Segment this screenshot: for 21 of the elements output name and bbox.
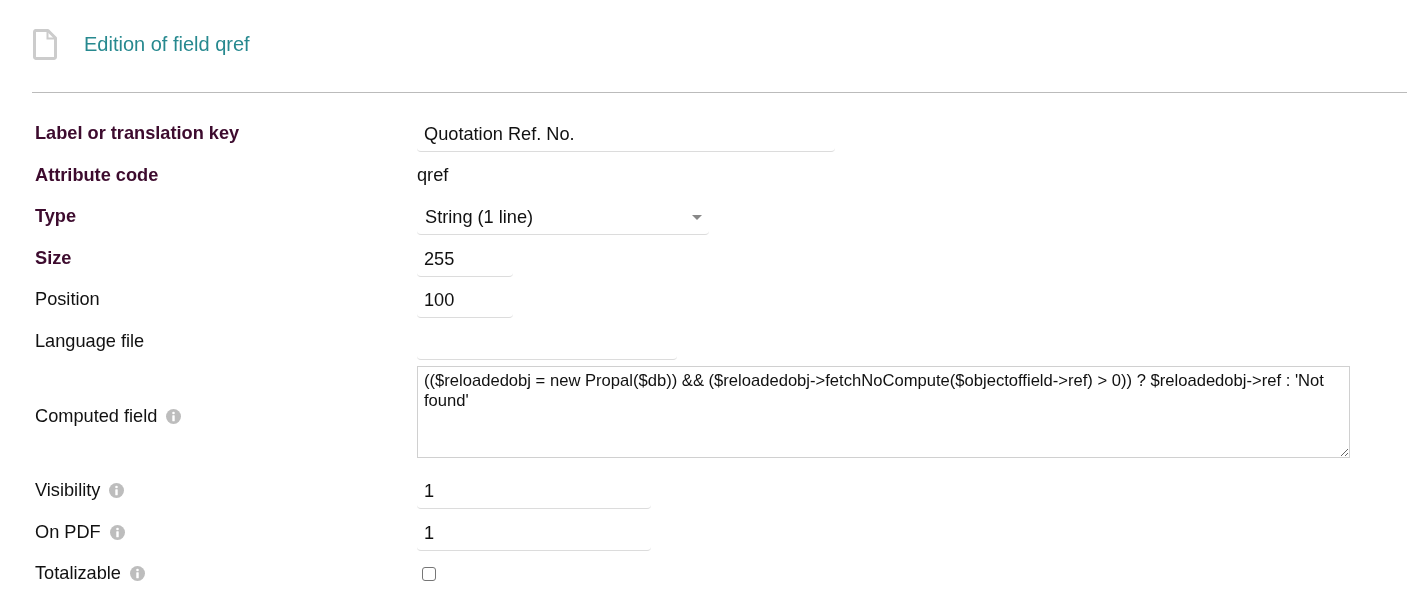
field-label: Label or translation key — [35, 123, 240, 145]
computed-field-textarea[interactable]: (($reloadedobj = new Propal($db)) && ($reloadedobj->fetchNoCompute($objectoffield->ref) > 0)) ? $reloadedobj->ref : 'Not found' — [417, 366, 1350, 458]
field-label: Size — [35, 247, 72, 269]
field-label: Totalizable — [35, 563, 121, 585]
field-label: Position — [35, 289, 100, 311]
caret-icon — [692, 214, 702, 220]
page-title: Edition of field qref — [84, 32, 250, 56]
field-label: On PDF — [35, 521, 101, 543]
field-label: Language file — [35, 330, 145, 352]
info-icon[interactable] — [109, 524, 125, 540]
field-label: Type — [35, 206, 77, 228]
info-icon[interactable] — [109, 483, 125, 499]
field-label: Visibility — [35, 480, 101, 502]
field-label: Attribute code — [35, 164, 159, 186]
attribute-code-value: qref — [417, 164, 449, 186]
document-icon — [33, 28, 57, 60]
info-icon[interactable] — [129, 566, 145, 582]
type-select[interactable]: String (1 line) — [417, 198, 709, 235]
checkbox[interactable] — [422, 566, 436, 581]
field-label: Computed field — [35, 405, 158, 427]
info-icon[interactable] — [166, 408, 182, 424]
